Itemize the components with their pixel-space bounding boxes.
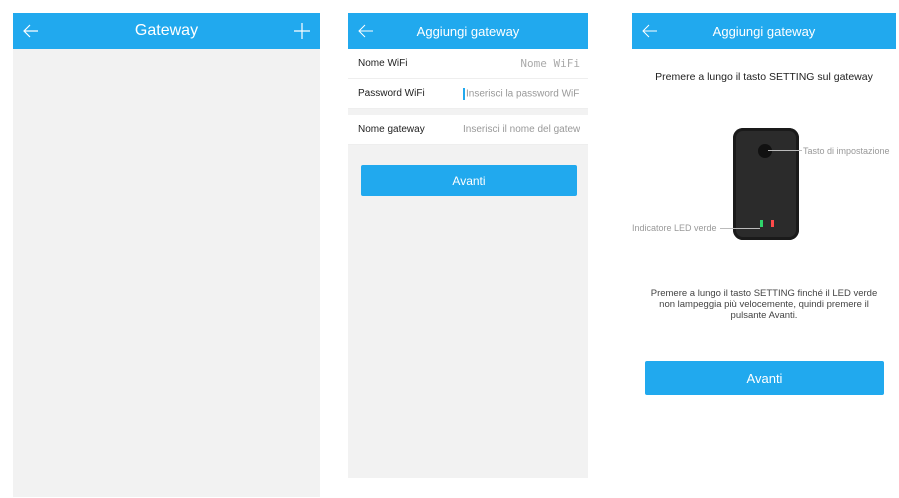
app-bar: Aggiungi gateway <box>632 13 896 49</box>
page-title: Aggiungi gateway <box>712 23 816 39</box>
wifi-form: Nome WiFi Nome WiFi Password WiFi Inseri… <box>348 49 588 109</box>
wifi-password-label: Password WiFi <box>358 88 425 99</box>
gateway-list-screen: Gateway <box>13 13 320 497</box>
setting-button-graphic <box>758 144 772 158</box>
callout-line-led <box>720 228 760 229</box>
gateway-device-image <box>733 128 799 240</box>
wifi-password-row: Password WiFi Inserisci la password WiFi <box>348 79 588 109</box>
app-bar: Gateway <box>13 13 320 49</box>
add-gateway-instructions-screen: Aggiungi gateway Premere a lungo il tast… <box>632 13 896 498</box>
red-led-graphic <box>771 220 774 227</box>
gateway-name-row: Nome gateway Inserisci il nome del gatew… <box>348 115 588 145</box>
app-bar: Aggiungi gateway <box>348 13 588 49</box>
arrow-left-icon[interactable] <box>356 21 376 41</box>
arrow-left-icon[interactable] <box>21 21 41 41</box>
next-button[interactable]: Avanti <box>645 361 884 395</box>
green-led-graphic <box>760 220 763 227</box>
wifi-name-input[interactable]: Nome WiFi <box>463 57 580 70</box>
arrow-left-icon[interactable] <box>640 21 660 41</box>
instruction-heading: Premere a lungo il tasto SETTING sul gat… <box>655 71 873 83</box>
page-title: Gateway <box>134 22 199 39</box>
callout-line-setting <box>768 150 802 151</box>
add-gateway-form-screen: Aggiungi gateway Nome WiFi Nome WiFi Pas… <box>348 13 588 478</box>
wifi-password-input[interactable]: Inserisci la password WiFi <box>463 87 580 100</box>
page-title: Aggiungi gateway <box>416 23 520 39</box>
gateway-form: Nome gateway Inserisci il nome del gatew… <box>348 115 588 145</box>
next-button[interactable]: Avanti <box>361 165 577 196</box>
callout-led-label: Indicatore LED verde <box>632 223 717 233</box>
wifi-name-label: Nome WiFi <box>358 58 408 69</box>
instruction-description: Premere a lungo il tasto SETTING finché … <box>650 288 878 321</box>
gateway-name-label: Nome gateway <box>358 124 425 135</box>
wifi-password-placeholder: Inserisci la password WiFi <box>466 88 580 100</box>
callout-setting-label: Tasto di impostazione <box>803 146 890 156</box>
gateway-name-input[interactable]: Inserisci il nome del gateway <box>463 124 580 135</box>
text-cursor <box>463 87 465 100</box>
wifi-name-row: Nome WiFi Nome WiFi <box>348 49 588 79</box>
plus-icon[interactable] <box>292 21 312 41</box>
